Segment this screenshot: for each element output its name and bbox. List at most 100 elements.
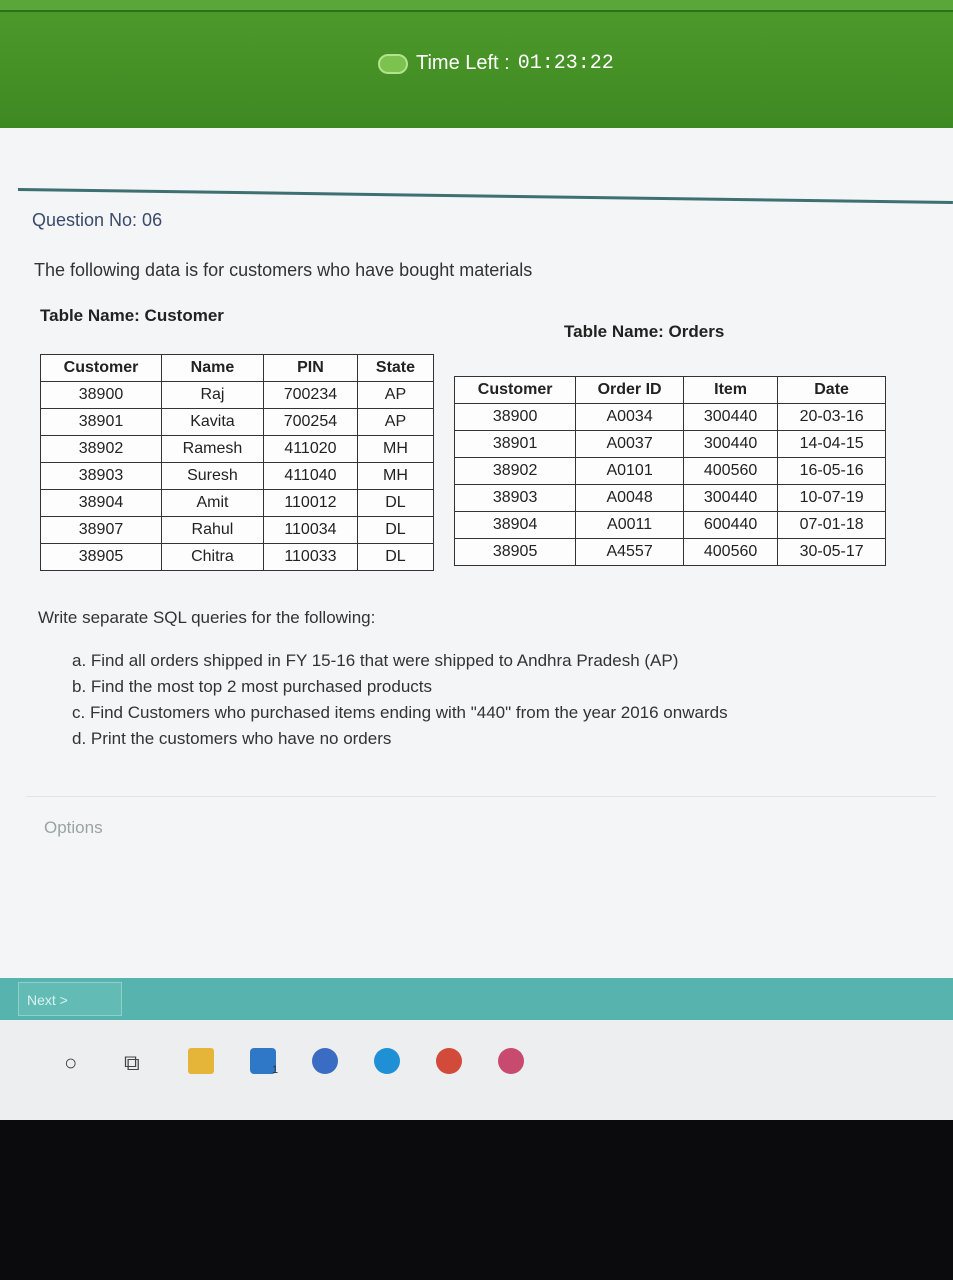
file-explorer-icon[interactable] — [188, 1048, 214, 1074]
customer-table-cell: 411040 — [262, 462, 358, 490]
orders-table-cell: 38903 — [453, 484, 577, 512]
customer-table-row: 38907 Rahul 110034 DL — [40, 516, 435, 544]
orders-table-row: 38904 A0011 600440 07-01-18 — [453, 511, 886, 539]
orders-table-cell: 38905 — [453, 538, 577, 566]
question-prompt: Write separate SQL queries for the follo… — [38, 608, 376, 627]
orders-table-cell: A0011 — [575, 511, 684, 539]
customer-table-header-cell: Name — [161, 354, 264, 382]
question-list: a. Find all orders shipped in FY 15-16 t… — [72, 648, 728, 752]
customer-table-cell: Suresh — [161, 462, 264, 490]
orders-table-cell: 38900 — [453, 403, 577, 431]
orders-table-cell: 30-05-17 — [777, 538, 886, 566]
customer-table-row: 38903 Suresh 411040 MH — [40, 462, 435, 490]
orders-table-cell: 38901 — [453, 430, 577, 458]
question-panel: Question No: 06 The following data is fo… — [0, 128, 953, 978]
customer-table-cell: 38900 — [40, 381, 162, 409]
exam-window: Time Left : 01:23:22 Question No: 06 The… — [0, 0, 953, 1120]
timer-label: Time Left : — [416, 52, 510, 74]
customer-table-cell: Ramesh — [161, 435, 264, 463]
orders-table-header-cell: Order ID — [575, 376, 684, 404]
chrome-icon[interactable] — [436, 1048, 462, 1074]
question-intro: The following data is for customers who … — [34, 260, 533, 280]
options-divider — [26, 796, 936, 797]
customer-table-cell: 38904 — [40, 489, 162, 517]
customer-table-cell: 110034 — [262, 516, 358, 544]
customer-table-row: 38900 Raj 700234 AP — [40, 381, 435, 409]
customer-table-cell: Raj — [161, 381, 264, 409]
customer-table-row: 38902 Ramesh 411020 MH — [40, 435, 435, 463]
question-item-b: b. Find the most top 2 most purchased pr… — [72, 677, 433, 696]
orders-table-cell: 14-04-15 — [777, 430, 886, 458]
orders-table-cell: 300440 — [682, 403, 779, 431]
orders-table-title: Table Name: Orders — [564, 322, 725, 341]
question-item-c: c. Find Customers who purchased items en… — [72, 703, 728, 722]
orders-table-cell: 16-05-16 — [777, 457, 886, 485]
orders-table-cell: 400560 — [682, 538, 779, 566]
orders-table-cell: 20-03-16 — [777, 403, 886, 431]
orders-table: Customer Order ID Item Date 38900 A0034 30044… — [453, 376, 886, 566]
timer: Time Left : 01:23:22 — [378, 52, 614, 75]
customer-table-cell: 38907 — [40, 516, 162, 544]
task-view-icon[interactable]: ⧉ — [124, 1050, 140, 1076]
customer-table-cell: 411020 — [262, 435, 358, 463]
customer-table-cell: 38905 — [40, 543, 162, 571]
customer-table-cell: 110033 — [262, 543, 358, 571]
customer-table-header-cell: State — [356, 354, 435, 382]
timer-value: 01:23:22 — [517, 52, 614, 75]
customer-table-cell: Amit — [161, 489, 264, 517]
orders-table-cell: 38904 — [453, 511, 577, 539]
question-item-a: a. Find all orders shipped in FY 15-16 t… — [72, 651, 679, 670]
orders-table-header-cell: Customer — [453, 376, 577, 404]
customer-table-cell: DL — [356, 543, 435, 571]
orders-table-cell: 10-07-19 — [777, 484, 886, 512]
navigation-bar: Next > — [0, 978, 953, 1020]
customer-table-cell: AP — [356, 381, 435, 409]
orders-table-cell: 07-01-18 — [777, 511, 886, 539]
orders-table-row: 38902 A0101 400560 16-05-16 — [453, 457, 886, 485]
customer-table-row: 38904 Amit 110012 DL — [40, 489, 435, 517]
divider — [17, 188, 953, 205]
orders-table-row: 38900 A0034 300440 20-03-16 — [453, 403, 886, 431]
customer-table-cell: 38901 — [40, 408, 162, 436]
search-circle-icon[interactable]: ○ — [64, 1050, 77, 1076]
orders-table-cell: A0101 — [575, 457, 684, 485]
app-icon[interactable] — [312, 1048, 338, 1074]
header-bar: Time Left : 01:23:22 — [0, 0, 953, 128]
customer-table-cell: 700234 — [262, 381, 358, 409]
orders-table-cell: A4557 — [575, 538, 684, 566]
orders-table-cell: A0034 — [575, 403, 684, 431]
orders-table-header-cell: Date — [777, 376, 886, 404]
clock-icon — [378, 53, 408, 74]
customer-table-cell: 38902 — [40, 435, 162, 463]
customer-table-cell: Rahul — [161, 516, 264, 544]
orders-table-cell: A0037 — [575, 430, 684, 458]
orders-table-header-cell: Item — [682, 376, 779, 404]
customer-table-header-cell: Customer — [40, 354, 162, 382]
chrome-profile-icon[interactable] — [498, 1048, 524, 1074]
next-button[interactable]: Next > — [18, 982, 122, 1016]
customer-table-cell: AP — [356, 408, 435, 436]
orders-table-cell: 400560 — [682, 457, 779, 485]
customer-table-header-cell: PIN — [262, 354, 358, 382]
taskbar: ○ ⧉ 1 — [0, 1020, 953, 1120]
customer-table-cell: 700254 — [262, 408, 358, 436]
customer-table: Customer Name PIN State 38900 Raj 700234 AP 389… — [40, 354, 435, 571]
mail-badge: 1 — [272, 1064, 279, 1076]
customer-table-cell: Kavita — [161, 408, 264, 436]
question-number: Question No: 06 — [32, 210, 163, 230]
customer-table-cell: MH — [356, 462, 435, 490]
customer-table-row: 38905 Chitra 110033 DL — [40, 543, 435, 571]
customer-table-row: 38901 Kavita 700254 AP — [40, 408, 435, 436]
edge-browser-icon[interactable] — [374, 1048, 400, 1074]
customer-table-cell: DL — [356, 489, 435, 517]
customer-table-cell: Chitra — [161, 543, 264, 571]
orders-table-row: 38903 A0048 300440 10-07-19 — [453, 484, 886, 512]
customer-table-cell: MH — [356, 435, 435, 463]
options-label: Options — [44, 818, 103, 837]
orders-table-cell: 38902 — [453, 457, 577, 485]
orders-table-cell: 300440 — [682, 430, 779, 458]
customer-table-cell: 38903 — [40, 462, 162, 490]
question-item-d: d. Print the customers who have no order… — [72, 729, 392, 748]
header-edge — [0, 0, 953, 12]
customer-table-cell: DL — [356, 516, 435, 544]
